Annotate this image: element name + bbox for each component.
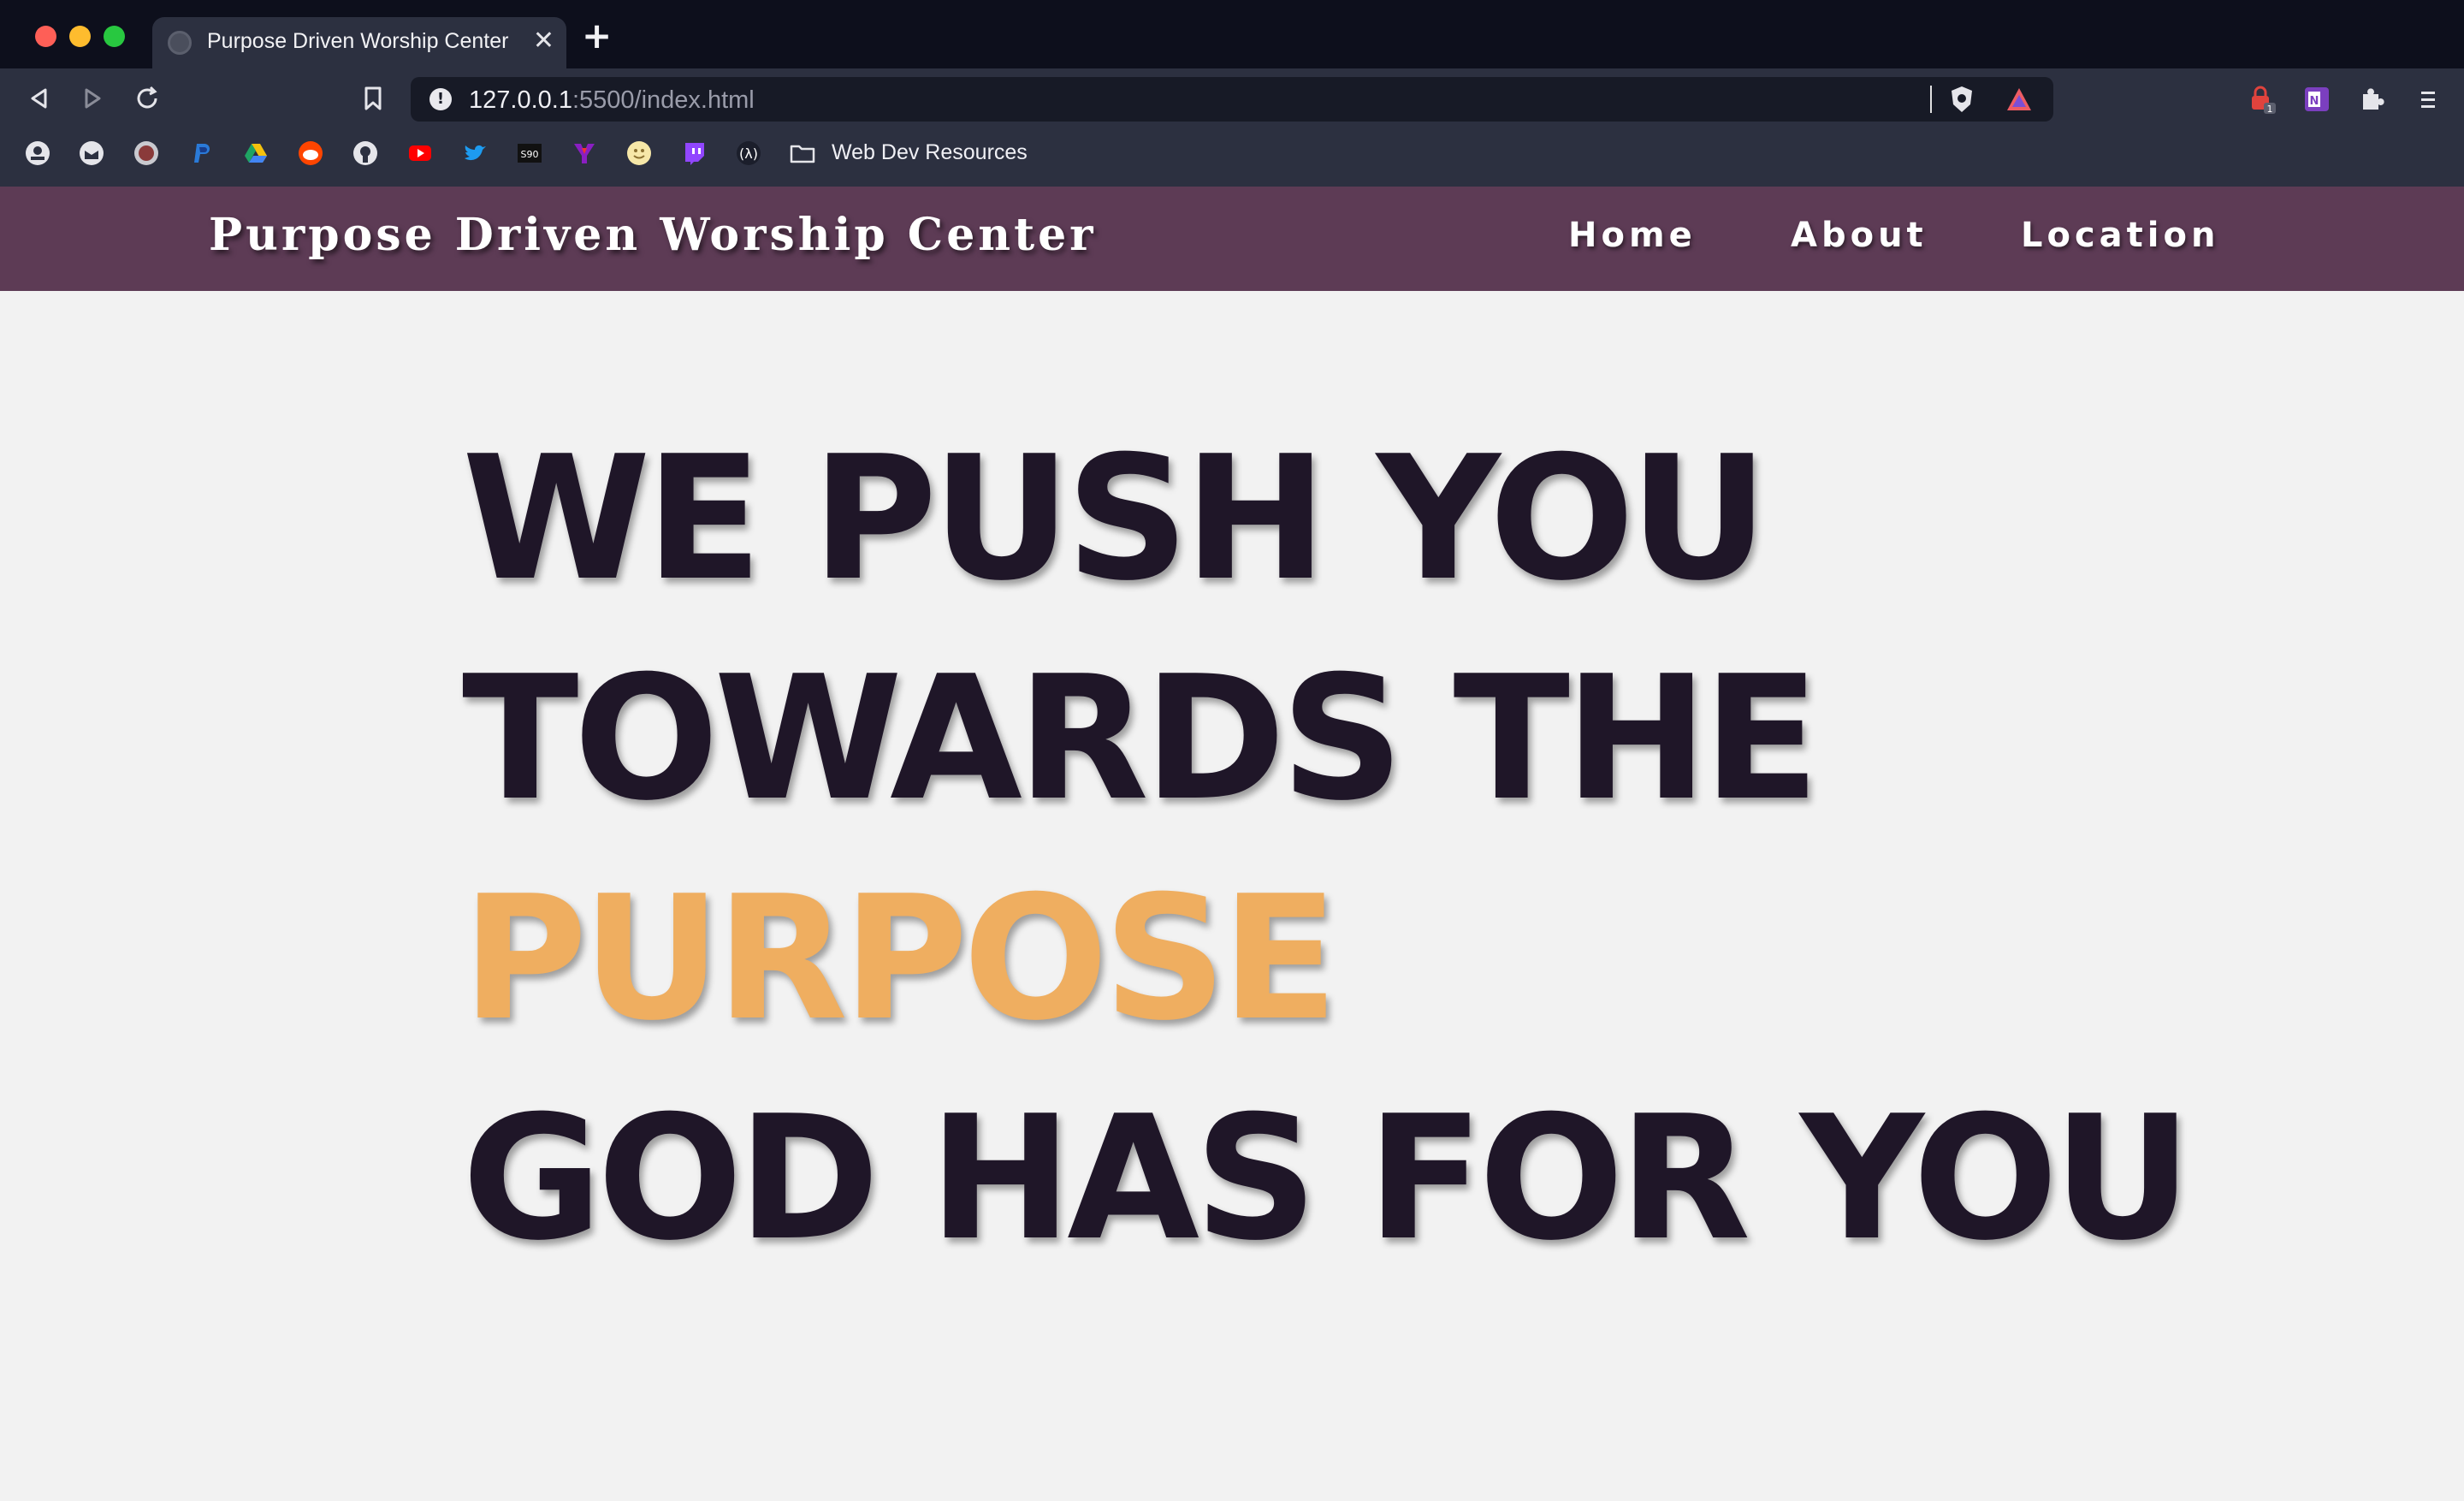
browser-titlebar: Purpose Driven Worship Center ✕ + <box>0 0 2464 68</box>
new-tab-button[interactable]: + <box>582 18 612 54</box>
google-drive-icon[interactable] <box>242 139 270 167</box>
nav-link-about[interactable]: About <box>1791 216 1928 255</box>
youtube-icon[interactable] <box>406 139 434 167</box>
extensions-puzzle-icon[interactable] <box>2356 84 2387 115</box>
twitter-icon[interactable] <box>461 139 489 167</box>
github-icon[interactable] <box>352 139 379 167</box>
paypal-icon[interactable] <box>187 139 215 167</box>
address-bar[interactable]: ! 127.0.0.1:5500/index.html <box>411 77 2053 122</box>
folder-icon[interactable] <box>789 139 816 167</box>
page-viewport: Purpose Driven Worship Center Home About… <box>0 187 2464 1501</box>
browser-toolbar: ! 127.0.0.1:5500/index.html 1 N <box>0 68 2464 234</box>
password-manager-icon[interactable]: 1 <box>2247 84 2277 115</box>
reload-icon[interactable] <box>132 83 163 114</box>
address-divider <box>1930 86 1932 113</box>
extension-badge: 1 <box>2267 104 2273 115</box>
profile-icon[interactable] <box>24 139 51 167</box>
brave-shield-icon[interactable] <box>1946 84 1977 115</box>
site-info-icon[interactable]: ! <box>429 88 452 110</box>
hero-line-4: GOD HAS FOR YOU <box>462 1079 2192 1279</box>
stoltz-icon[interactable] <box>133 139 160 167</box>
hero-line-accent: PURPOSE <box>462 859 1338 1059</box>
svg-text:N: N <box>2310 95 2319 108</box>
forward-icon[interactable] <box>77 83 108 114</box>
mail-icon[interactable] <box>78 139 105 167</box>
close-tab-icon[interactable]: ✕ <box>533 26 554 56</box>
svg-text:S90: S90 <box>521 149 539 160</box>
lambda-icon[interactable]: (λ) <box>735 139 762 167</box>
close-window-button[interactable] <box>35 26 56 47</box>
s90-icon[interactable]: S90 <box>516 139 543 167</box>
reddit-icon[interactable] <box>297 139 324 167</box>
hero-heading: WE PUSH YOU TOWARDS THE PURPOSE GOD HAS … <box>462 409 2192 1289</box>
browser-tab-active[interactable]: Purpose Driven Worship Center ✕ <box>152 17 566 68</box>
bookmark-icon[interactable] <box>358 83 388 114</box>
svg-text:(λ): (λ) <box>739 145 758 162</box>
yahoo-icon[interactable] <box>571 139 598 167</box>
url-text: 127.0.0.1:5500/index.html <box>469 86 755 114</box>
brave-rewards-icon[interactable] <box>2004 84 2035 115</box>
tab-title: Purpose Driven Worship Center <box>207 29 509 53</box>
minimize-window-button[interactable] <box>69 26 91 47</box>
back-icon[interactable] <box>24 83 55 114</box>
site-brand[interactable]: Purpose Driven Worship Center <box>209 209 1097 261</box>
hero-line-1: WE PUSH YOU <box>462 419 1768 619</box>
onenote-icon[interactable]: N <box>2301 84 2332 115</box>
nav-link-location[interactable]: Location <box>2021 216 2219 255</box>
hero-line-2: TOWARDS THE <box>462 639 1820 839</box>
menu-icon[interactable] <box>2413 84 2443 115</box>
emoji-icon[interactable] <box>625 139 653 167</box>
nav-link-home[interactable]: Home <box>1568 216 1697 255</box>
twitch-icon[interactable] <box>680 139 708 167</box>
maximize-window-button[interactable] <box>104 26 125 47</box>
site-navbar: Purpose Driven Worship Center Home About… <box>0 187 2464 291</box>
bookmark-folder-web-dev-resources[interactable]: Web Dev Resources <box>832 140 1028 165</box>
globe-icon <box>168 31 192 55</box>
